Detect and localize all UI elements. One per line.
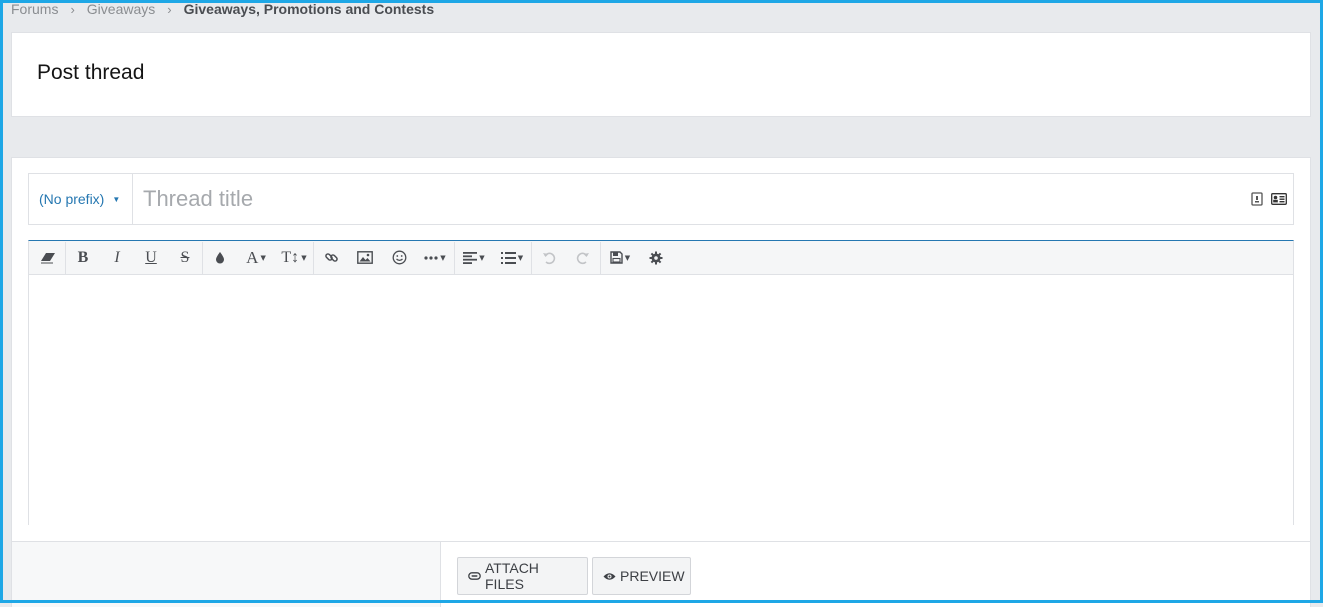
preview-label: PREVIEW [620, 568, 685, 584]
form-footer-actions: ATTACH FILES PREVIEW [441, 541, 1310, 607]
eye-icon [603, 572, 616, 581]
image-icon[interactable] [348, 242, 382, 274]
list-icon[interactable]: ▼ [493, 242, 531, 274]
text-color-icon[interactable] [203, 242, 237, 274]
redo-icon[interactable] [566, 242, 600, 274]
smilie-icon[interactable] [382, 242, 416, 274]
prefix-label: (No prefix) [39, 191, 105, 207]
autofill-icon[interactable] [1249, 191, 1265, 207]
attach-files-button[interactable]: ATTACH FILES [457, 557, 588, 595]
breadcrumb-separator-icon: › [70, 1, 75, 17]
page-header: Post thread [11, 32, 1311, 117]
thread-title-input[interactable] [133, 173, 1249, 225]
contact-card-icon[interactable] [1271, 191, 1287, 207]
align-icon[interactable]: ▼ [455, 242, 493, 274]
italic-icon[interactable]: I [100, 242, 134, 274]
prefix-select[interactable]: (No prefix) ▼ [29, 174, 133, 224]
drafts-icon[interactable]: ▼ [601, 242, 639, 274]
thread-title-row: (No prefix) ▼ [28, 173, 1294, 225]
breadcrumb-separator-icon: › [167, 1, 172, 17]
breadcrumb-forums[interactable]: Forums [11, 1, 58, 17]
breadcrumb: Forums › Giveaways › Giveaways, Promotio… [11, 0, 434, 18]
rich-text-editor: B I U S A ▼ T↕ ▼ ▼ ▼ ▼ ▼ [28, 240, 1294, 525]
attach-files-label: ATTACH FILES [485, 560, 539, 592]
title-input-icons [1249, 191, 1293, 207]
bold-icon[interactable]: B [66, 242, 100, 274]
settings-icon[interactable] [639, 242, 673, 274]
more-icon[interactable]: ▼ [416, 242, 454, 274]
strikethrough-icon[interactable]: S [168, 242, 202, 274]
breadcrumb-current[interactable]: Giveaways, Promotions and Contests [184, 1, 435, 17]
paperclip-icon [468, 572, 481, 580]
eraser-icon[interactable] [31, 242, 65, 274]
page-title: Post thread [37, 61, 145, 84]
link-icon[interactable] [314, 242, 348, 274]
editor-content-area[interactable] [29, 275, 1293, 525]
font-size-icon[interactable]: T↕ ▼ [275, 242, 313, 274]
chevron-down-icon: ▼ [112, 194, 121, 204]
preview-button[interactable]: PREVIEW [592, 557, 691, 595]
post-thread-form: (No prefix) ▼ B I U S A▼ [11, 157, 1311, 607]
font-family-icon[interactable]: A ▼ [237, 242, 275, 274]
form-footer-left [12, 541, 441, 607]
breadcrumb-giveaways[interactable]: Giveaways [87, 1, 155, 17]
undo-icon[interactable] [532, 242, 566, 274]
underline-icon[interactable]: U [134, 242, 168, 274]
editor-toolbar: B I U S A ▼ T↕ ▼ ▼ ▼ ▼ ▼ [29, 241, 1293, 275]
